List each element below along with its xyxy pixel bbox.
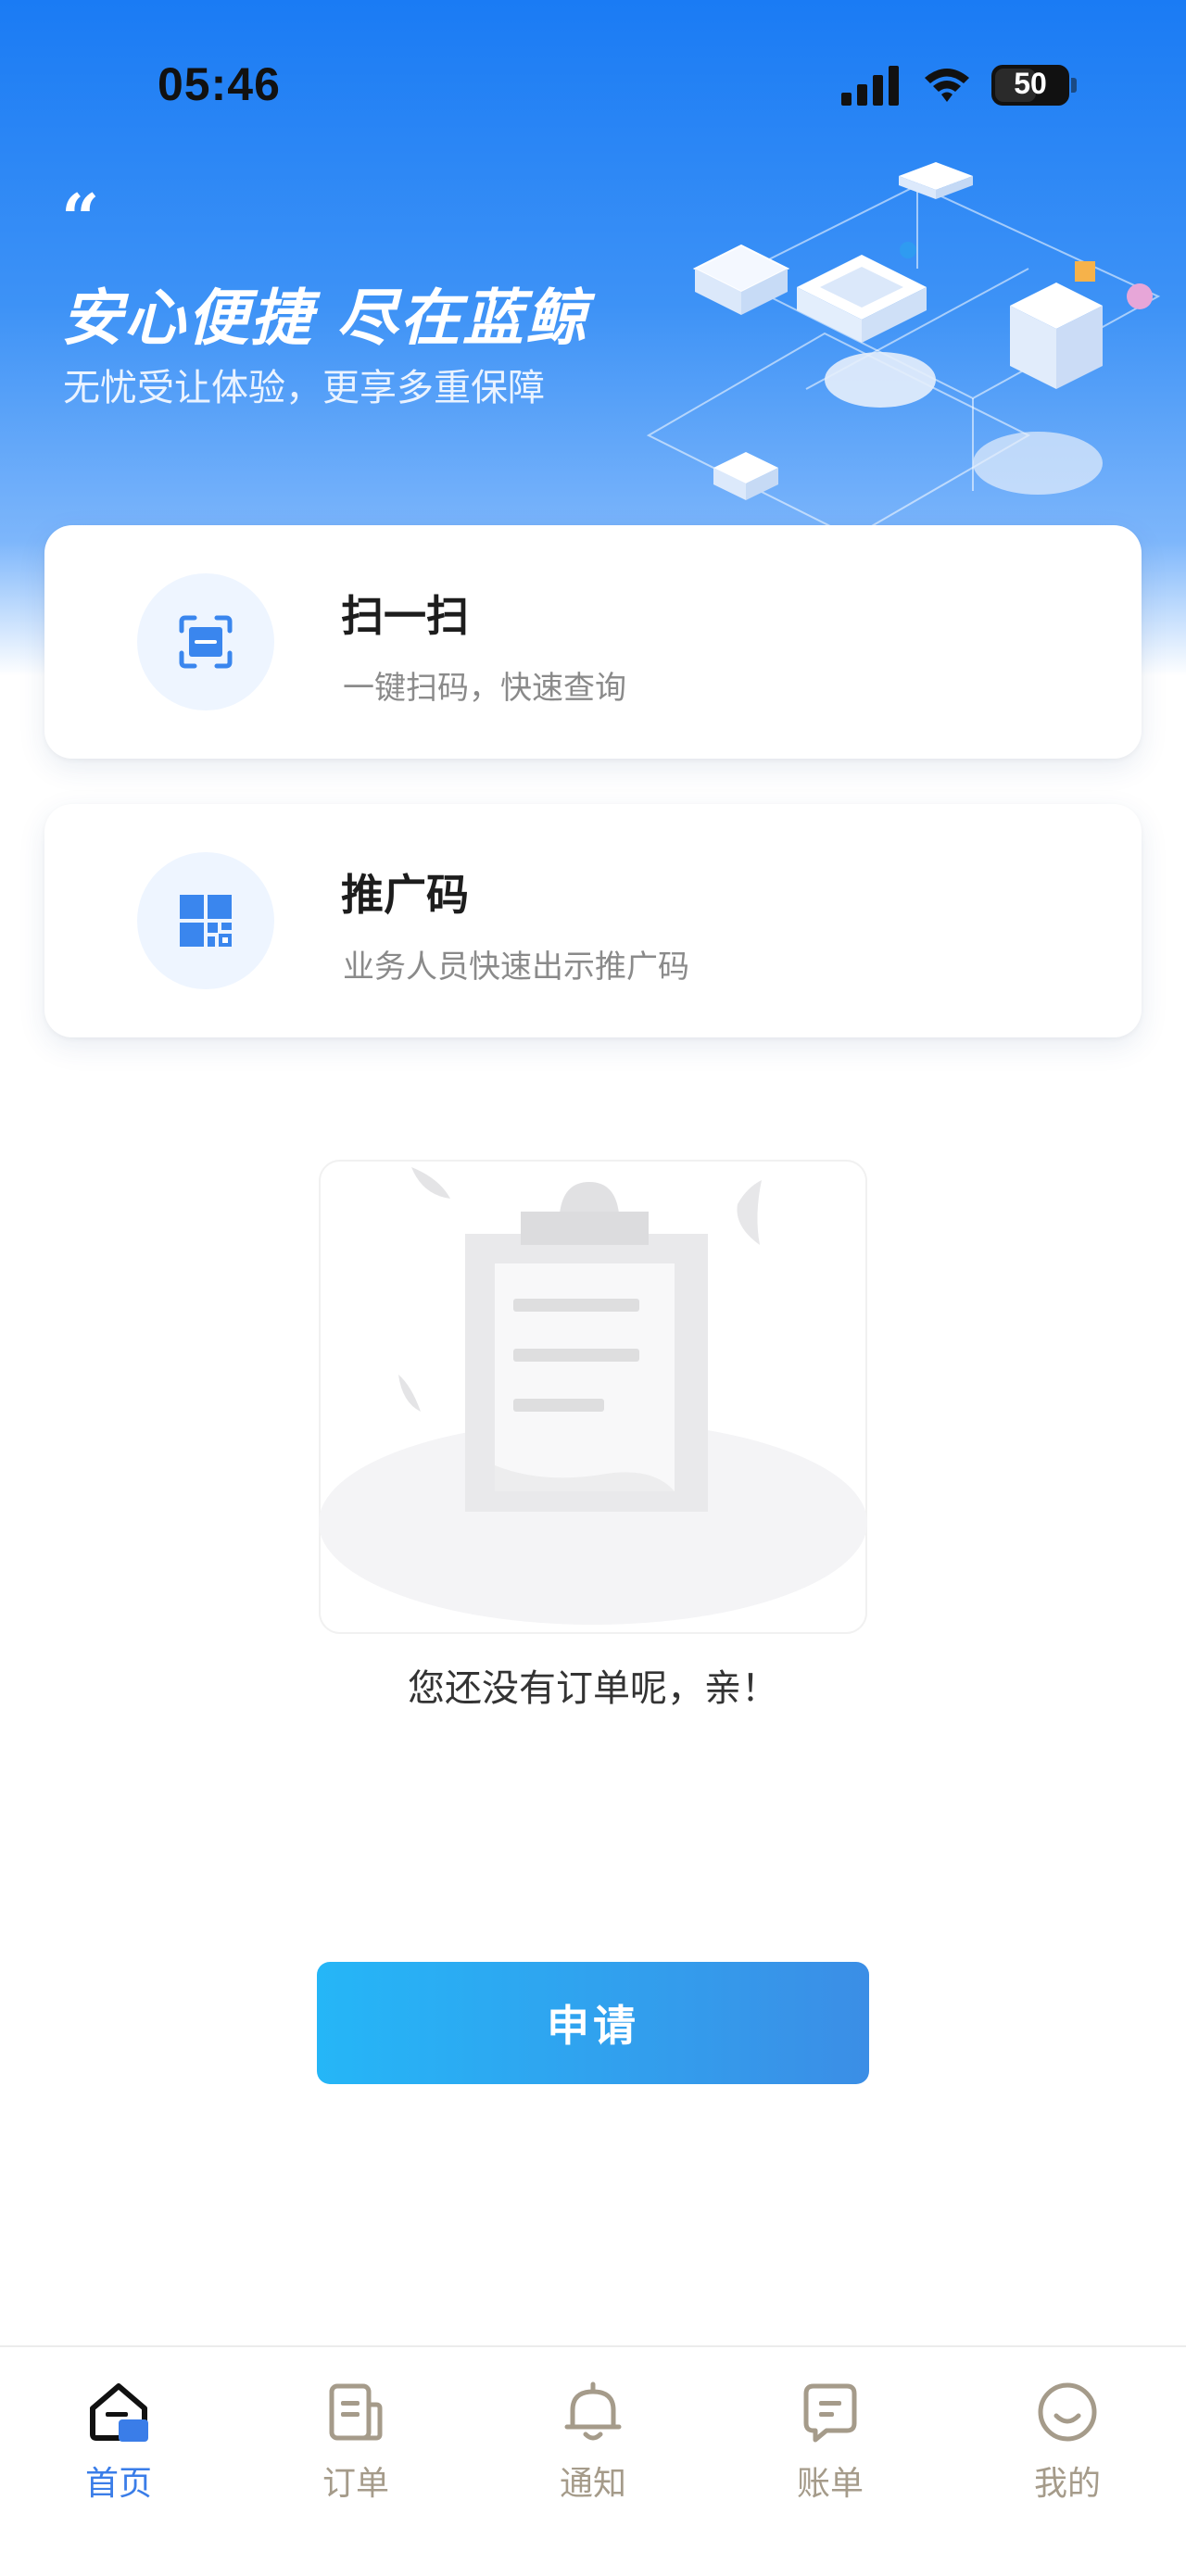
wifi-icon — [925, 69, 969, 102]
tab-bills[interactable]: 账单 — [712, 2347, 949, 2576]
promo-card-description: 业务人员快速出示推广码 — [343, 949, 689, 986]
scan-card[interactable]: 扫一扫 一键扫码，快速查询 — [44, 525, 1142, 759]
quote-mark: “ — [61, 179, 100, 258]
tab-profile-label: 我的 — [1033, 2465, 1101, 2503]
promo-card-title: 推广码 — [341, 870, 469, 920]
profile-icon — [1038, 2382, 1097, 2442]
qr-code-icon-badge — [137, 852, 274, 989]
cellular-signal-icon — [841, 66, 899, 106]
scan-card-title: 扫一扫 — [341, 591, 469, 641]
bottom-tab-bar: 首页 订单 通知 账单 我的 — [0, 2345, 1186, 2576]
tab-bills-label: 账单 — [796, 2465, 864, 2503]
empty-clipboard-illustration — [319, 1160, 867, 1634]
scan-icon-badge — [137, 573, 274, 710]
apply-button[interactable]: 申请 — [317, 1962, 869, 2084]
home-icon — [90, 2383, 148, 2442]
battery-indicator: 50 — [991, 65, 1077, 106]
tab-home[interactable]: 首页 — [0, 2347, 237, 2576]
status-bar: 05:46 50 — [0, 0, 1186, 167]
status-time: 05:46 — [158, 58, 281, 110]
scan-card-description: 一键扫码，快速查询 — [343, 670, 626, 707]
bell-icon — [564, 2381, 622, 2441]
empty-state-message: 您还没有订单呢，亲！ — [408, 1667, 778, 1710]
tab-notifications-label: 通知 — [559, 2465, 626, 2503]
tab-orders-label: 订单 — [322, 2465, 389, 2503]
hero-subtitle: 无忧受让体验，更享多重保障 — [63, 367, 545, 409]
tab-notifications[interactable]: 通知 — [474, 2347, 712, 2576]
scan-icon — [179, 615, 233, 669]
bill-icon — [803, 2383, 857, 2443]
order-icon — [329, 2383, 383, 2441]
tab-profile[interactable]: 我的 — [949, 2347, 1186, 2576]
tab-orders[interactable]: 订单 — [237, 2347, 474, 2576]
tab-home-label: 首页 — [84, 2465, 152, 2503]
isometric-network-illustration — [646, 162, 1161, 539]
qr-code-icon — [180, 895, 232, 947]
hero-title: 安心便捷 尽在蓝鲸 — [61, 283, 588, 354]
promo-code-card[interactable]: 推广码 业务人员快速出示推广码 — [44, 804, 1142, 1037]
battery-percent: 50 — [1014, 67, 1047, 100]
